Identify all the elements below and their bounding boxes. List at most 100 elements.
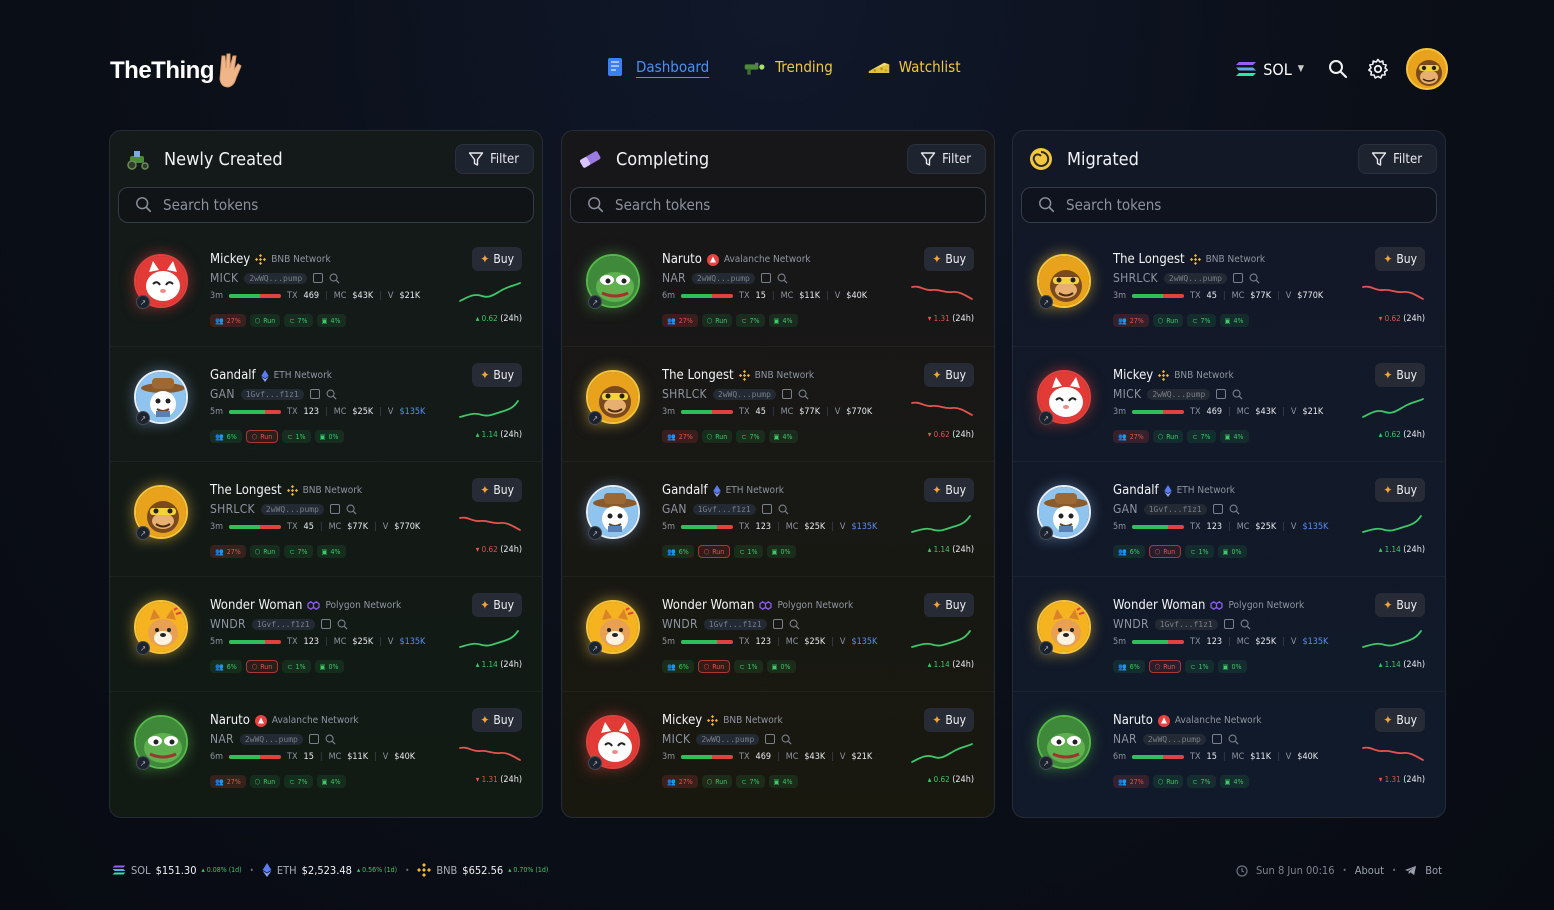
token-row[interactable]: ↗ Wonder Woman Polygon Network WNDR 1Gvf...f… xyxy=(1013,576,1445,691)
buy-button[interactable]: ✦ Buy xyxy=(1375,247,1425,271)
search-icon[interactable] xyxy=(1232,389,1243,400)
token-row[interactable]: ↗ Naruto Avalanche Network NAR 2wWQ...pump 6m… xyxy=(1013,691,1445,806)
ticker-bnb[interactable]: BNB $652.56 ▴ 0.70% (1d) xyxy=(417,863,548,877)
token-meta: MICK 2wWQ...pump xyxy=(210,271,340,285)
search-button[interactable] xyxy=(1326,57,1350,81)
search-icon[interactable] xyxy=(346,504,357,515)
copy-icon[interactable] xyxy=(772,619,783,629)
search-icon[interactable] xyxy=(1228,734,1239,745)
copy-icon[interactable] xyxy=(309,389,320,399)
copy-icon[interactable] xyxy=(1216,389,1227,399)
filter-button[interactable]: Filter xyxy=(907,144,986,174)
token-row[interactable]: ↗ The Longest BNB Network SHRLCK 2wWQ...pump… xyxy=(110,461,542,576)
buy-button[interactable]: ✦ Buy xyxy=(924,247,974,271)
token-row[interactable]: ↗ The Longest BNB Network SHRLCK 2wWQ...pump… xyxy=(562,346,994,461)
token-row[interactable]: ↗ Mickey BNB Network MICK 2wWQ...pump 3m TX 469… xyxy=(1013,346,1445,461)
filter-button[interactable]: Filter xyxy=(1358,144,1437,174)
search-box[interactable] xyxy=(570,187,986,223)
filter-button[interactable]: Filter xyxy=(455,144,534,174)
search-icon[interactable] xyxy=(1249,273,1260,284)
search-icon[interactable] xyxy=(777,273,788,284)
token-row[interactable]: ↗ The Longest BNB Network SHRLCK 2wWQ...pump… xyxy=(1013,231,1445,346)
search-icon[interactable] xyxy=(789,619,800,630)
token-avatar[interactable]: ↗ xyxy=(1037,485,1091,540)
copy-icon[interactable] xyxy=(1223,619,1234,629)
copy-icon[interactable] xyxy=(781,389,792,399)
search-input[interactable] xyxy=(1066,196,1366,214)
settings-button[interactable] xyxy=(1366,57,1390,81)
search-icon[interactable] xyxy=(798,389,809,400)
bot-link[interactable]: Bot xyxy=(1425,864,1442,877)
search-box[interactable] xyxy=(118,187,534,223)
copy-icon[interactable] xyxy=(765,734,776,744)
copy-icon[interactable] xyxy=(313,273,324,283)
nav-watchlist[interactable]: Watchlist xyxy=(867,56,961,78)
chain-selector[interactable]: SOL ▼ xyxy=(1235,60,1304,79)
copy-icon[interactable] xyxy=(329,504,340,514)
token-avatar[interactable]: ↗ xyxy=(586,715,640,770)
token-row[interactable]: ↗ Mickey BNB Network MICK 2wWQ...pump 3m TX 469… xyxy=(562,691,994,806)
search-icon[interactable] xyxy=(1240,619,1251,630)
token-avatar[interactable]: ↗ xyxy=(586,600,640,655)
token-avatar[interactable]: ↗ xyxy=(586,485,640,540)
token-row[interactable]: ↗ Gandalf ETH Network GAN 1Gvf...f1z1 5m TX 123… xyxy=(110,346,542,461)
ticker-eth[interactable]: ETH $2,523.48 ▴ 0.56% (1d) xyxy=(262,863,397,877)
search-icon[interactable] xyxy=(1229,504,1240,515)
buy-button[interactable]: ✦ Buy xyxy=(924,363,974,387)
buy-button[interactable]: ✦ Buy xyxy=(924,708,974,732)
header-actions: SOL ▼ xyxy=(1235,48,1448,90)
copy-icon[interactable] xyxy=(308,734,319,744)
copy-icon[interactable] xyxy=(1232,273,1243,283)
brand-logo[interactable]: TheThing xyxy=(110,52,248,90)
tag-value: 6% xyxy=(1129,662,1140,671)
token-row[interactable]: ↗ Wonder Woman Polygon Network WNDR 1Gvf...f… xyxy=(562,576,994,691)
search-icon[interactable] xyxy=(329,273,340,284)
search-icon[interactable] xyxy=(781,734,792,745)
buy-button[interactable]: ✦ Buy xyxy=(472,708,522,732)
token-avatar[interactable]: ↗ xyxy=(1037,715,1091,770)
buy-button[interactable]: ✦ Buy xyxy=(1375,363,1425,387)
ticker-sol[interactable]: SOL $151.30 ▴ 0.08% (1d) xyxy=(112,864,242,877)
search-box[interactable] xyxy=(1021,187,1437,223)
copy-icon[interactable] xyxy=(760,273,771,283)
token-avatar[interactable]: ↗ xyxy=(1037,600,1091,655)
token-row[interactable]: ↗ Wonder Woman Polygon Network WNDR 1Gvf...f… xyxy=(110,576,542,691)
buy-button[interactable]: ✦ Buy xyxy=(1375,478,1425,502)
search-icon[interactable] xyxy=(325,734,336,745)
token-avatar[interactable]: ↗ xyxy=(134,485,188,540)
token-row[interactable]: ↗ Mickey BNB Network MICK 2wWQ...pump 3m TX 469… xyxy=(110,231,542,346)
nav-trending[interactable]: Trending xyxy=(743,56,833,78)
token-avatar[interactable]: ↗ xyxy=(586,370,640,425)
token-avatar[interactable]: ↗ xyxy=(134,715,188,770)
search-icon[interactable] xyxy=(337,619,348,630)
buy-button[interactable]: ✦ Buy xyxy=(472,478,522,502)
user-avatar[interactable] xyxy=(1406,48,1448,90)
copy-icon[interactable] xyxy=(1212,504,1223,514)
token-row[interactable]: ↗ Naruto Avalanche Network NAR 2wWQ...pump 6m… xyxy=(562,231,994,346)
search-icon[interactable] xyxy=(326,389,337,400)
buy-button[interactable]: ✦ Buy xyxy=(472,363,522,387)
search-icon[interactable] xyxy=(778,504,789,515)
about-link[interactable]: About xyxy=(1355,864,1384,877)
nav-dashboard[interactable]: Dashboard xyxy=(604,56,709,78)
token-avatar[interactable]: ↗ xyxy=(1037,370,1091,425)
search-input[interactable] xyxy=(615,196,915,214)
token-row[interactable]: ↗ Gandalf ETH Network GAN 1Gvf...f1z1 5m TX 123… xyxy=(562,461,994,576)
token-avatar[interactable]: ↗ xyxy=(1037,254,1091,309)
token-avatar[interactable]: ↗ xyxy=(134,600,188,655)
copy-icon[interactable] xyxy=(1211,734,1222,744)
copy-icon[interactable] xyxy=(761,504,772,514)
search-input[interactable] xyxy=(163,196,463,214)
buy-button[interactable]: ✦ Buy xyxy=(472,247,522,271)
token-row[interactable]: ↗ Naruto Avalanche Network NAR 2wWQ...pump 6m… xyxy=(110,691,542,806)
buy-button[interactable]: ✦ Buy xyxy=(472,593,522,617)
buy-button[interactable]: ✦ Buy xyxy=(924,593,974,617)
token-avatar[interactable]: ↗ xyxy=(134,370,188,425)
buy-button[interactable]: ✦ Buy xyxy=(1375,708,1425,732)
token-row[interactable]: ↗ Gandalf ETH Network GAN 1Gvf...f1z1 5m TX 123… xyxy=(1013,461,1445,576)
token-avatar[interactable]: ↗ xyxy=(134,254,188,309)
copy-icon[interactable] xyxy=(320,619,331,629)
buy-button[interactable]: ✦ Buy xyxy=(924,478,974,502)
buy-button[interactable]: ✦ Buy xyxy=(1375,593,1425,617)
token-avatar[interactable]: ↗ xyxy=(586,254,640,309)
